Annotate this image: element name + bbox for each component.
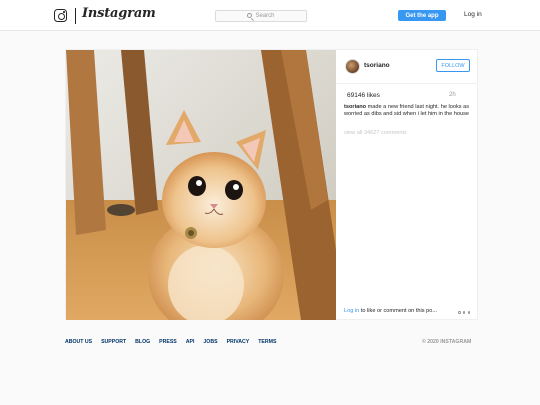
post-username[interactable]: tsoriano [364, 62, 390, 69]
footer-link-press[interactable]: PRESS [159, 339, 177, 345]
cat-photo-illustration [66, 50, 336, 320]
footer-link-support[interactable]: SUPPORT [101, 339, 126, 345]
post-card: tsoriano FOLLOW 69146 likes 2h tsoriano … [65, 49, 478, 320]
likes-count[interactable]: 69146 likes [347, 92, 380, 99]
login-prompt: Log in to like or comment on this po... [344, 308, 437, 314]
footer-link-api[interactable]: API [186, 339, 195, 345]
login-to-comment-link[interactable]: Log in [344, 308, 359, 314]
search-input[interactable]: Search [215, 10, 307, 22]
view-all-comments-link[interactable]: view all 34627 comments [344, 130, 407, 136]
login-prompt-text: to like or comment on this po... [360, 308, 437, 314]
footer-link-privacy[interactable]: PRIVACY [227, 339, 250, 345]
instagram-logo-wordmark[interactable]: Instagram [82, 6, 156, 21]
more-options-icon[interactable] [458, 311, 470, 314]
search-placeholder: Search [255, 13, 275, 19]
post-timestamp[interactable]: 2h [449, 92, 456, 98]
post-photo[interactable] [66, 50, 336, 320]
caption-username[interactable]: tsoriano [344, 104, 366, 110]
instagram-camera-icon[interactable] [54, 9, 67, 22]
logo-divider [75, 8, 76, 24]
footer-link-about[interactable]: ABOUT US [65, 339, 92, 345]
follow-button[interactable]: FOLLOW [436, 59, 470, 72]
log-in-link[interactable]: Log in [464, 11, 482, 18]
copyright: © 2020 INSTAGRAM [422, 339, 472, 345]
top-nav-bar: Instagram Search Get the app Log in [0, 0, 540, 31]
post-caption: tsoriano made a new friend last night. h… [344, 104, 472, 119]
sidebar-divider [336, 83, 478, 84]
avatar[interactable] [345, 59, 360, 74]
post-sidebar: tsoriano FOLLOW 69146 likes 2h tsoriano … [336, 50, 478, 320]
search-icon [247, 13, 253, 18]
footer-link-blog[interactable]: BLOG [135, 339, 150, 345]
footer-link-jobs[interactable]: JOBS [203, 339, 217, 345]
footer-link-terms[interactable]: TERMS [258, 339, 276, 345]
footer-nav: ABOUT US SUPPORT BLOG PRESS API JOBS PRI… [65, 339, 285, 345]
get-the-app-button[interactable]: Get the app [398, 10, 446, 21]
